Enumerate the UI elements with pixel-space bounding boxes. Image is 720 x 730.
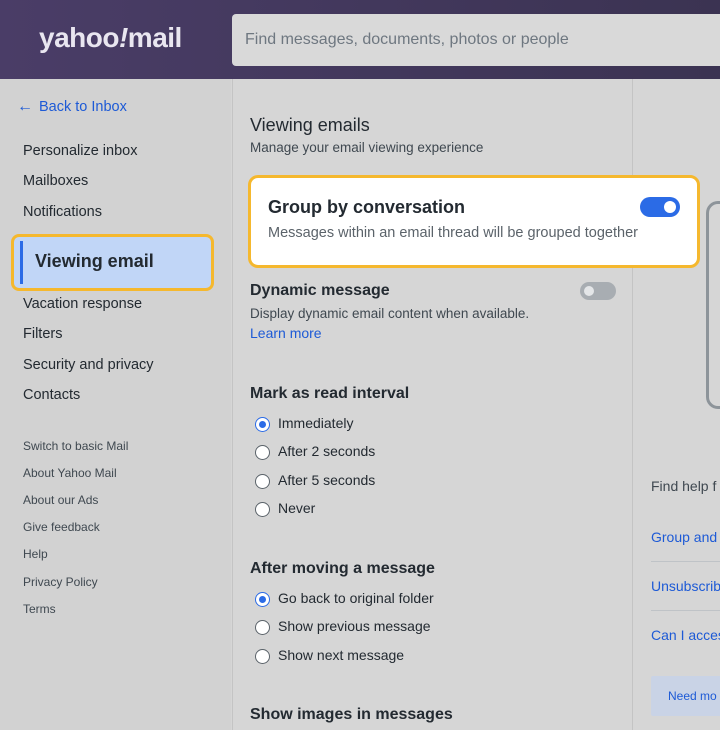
radio-button[interactable] (255, 445, 270, 460)
show-images-title: Show images in messages (250, 706, 453, 723)
after-moving-title: After moving a message (250, 560, 435, 577)
group-by-conversation-title: Group by conversation (268, 197, 466, 217)
radio-never[interactable]: Never (255, 498, 315, 517)
sidebar-item-mailboxes[interactable]: Mailboxes (23, 173, 88, 189)
sidebar-item-personalize-inbox[interactable]: Personalize inbox (23, 143, 137, 159)
group-by-conversation-card: Group by conversation Messages within an… (248, 175, 700, 268)
help-article-link[interactable]: Group and (651, 529, 717, 545)
toggle-knob (584, 286, 594, 296)
group-by-conversation-description: Messages within an email thread will be … (268, 225, 638, 241)
sidebar-item-security-and-privacy[interactable]: Security and privacy (23, 357, 154, 373)
dynamic-message-toggle[interactable] (580, 282, 616, 300)
help-article-link[interactable]: Unsubscrib (651, 578, 720, 594)
help-article-link[interactable]: Can I acces (651, 627, 720, 643)
radio-go-back-original-folder[interactable]: Go back to original folder (255, 588, 434, 607)
need-more-help-button[interactable]: Need mo (651, 676, 720, 716)
top-header: yahoo!mail (0, 0, 720, 79)
illustration-image (706, 201, 720, 409)
back-to-inbox-link[interactable]: ← Back to Inbox (17, 98, 127, 116)
dynamic-message-title: Dynamic message (250, 282, 390, 299)
help-link[interactable]: Help (23, 547, 48, 561)
page-subtitle: Manage your email viewing experience (250, 140, 484, 155)
radio-button[interactable] (255, 417, 270, 432)
search-box[interactable] (232, 14, 720, 66)
radio-button[interactable] (255, 474, 270, 489)
radio-button[interactable] (255, 502, 270, 517)
sidebar-item-notifications[interactable]: Notifications (23, 204, 102, 220)
privacy-policy-link[interactable]: Privacy Policy (23, 575, 98, 589)
radio-button[interactable] (255, 649, 270, 664)
mark-as-read-title: Mark as read interval (250, 385, 410, 402)
page-title: Viewing emails (250, 115, 370, 135)
terms-link[interactable]: Terms (23, 602, 56, 616)
toggle-knob (664, 201, 676, 213)
arrow-left-icon: ← (17, 98, 33, 115)
sidebar-item-contacts[interactable]: Contacts (23, 387, 80, 403)
dynamic-message-description: Display dynamic email content when avail… (250, 306, 530, 321)
search-input[interactable] (232, 14, 720, 66)
radio-immediately[interactable]: Immediately (255, 413, 353, 432)
divider (651, 610, 720, 611)
group-by-conversation-toggle[interactable] (640, 197, 680, 217)
radio-show-next-message[interactable]: Show next message (255, 645, 404, 664)
divider (651, 561, 720, 562)
radio-after-2-seconds[interactable]: After 2 seconds (255, 441, 375, 460)
help-panel-title: Find help f (651, 478, 717, 494)
sidebar-item-filters[interactable]: Filters (23, 326, 62, 342)
radio-button[interactable] (255, 620, 270, 635)
radio-after-5-seconds[interactable]: After 5 seconds (255, 470, 375, 489)
about-yahoo-mail-link[interactable]: About Yahoo Mail (23, 466, 117, 480)
active-indicator (20, 241, 23, 284)
settings-main-panel: Viewing emails Manage your email viewing… (232, 79, 700, 730)
give-feedback-link[interactable]: Give feedback (23, 520, 100, 534)
about-our-ads-link[interactable]: About our Ads (23, 493, 98, 507)
sidebar-item-vacation-response[interactable]: Vacation response (23, 296, 142, 312)
sidebar-item-viewing-email[interactable]: Viewing email (11, 234, 214, 291)
learn-more-link[interactable]: Learn more (250, 325, 322, 341)
switch-basic-mail-link[interactable]: Switch to basic Mail (23, 439, 128, 453)
radio-show-previous-message[interactable]: Show previous message (255, 616, 431, 635)
settings-sidebar: ← Back to Inbox Personalize inbox Mailbo… (0, 79, 231, 730)
yahoo-mail-logo[interactable]: yahoo!mail (39, 22, 182, 54)
radio-button[interactable] (255, 592, 270, 607)
